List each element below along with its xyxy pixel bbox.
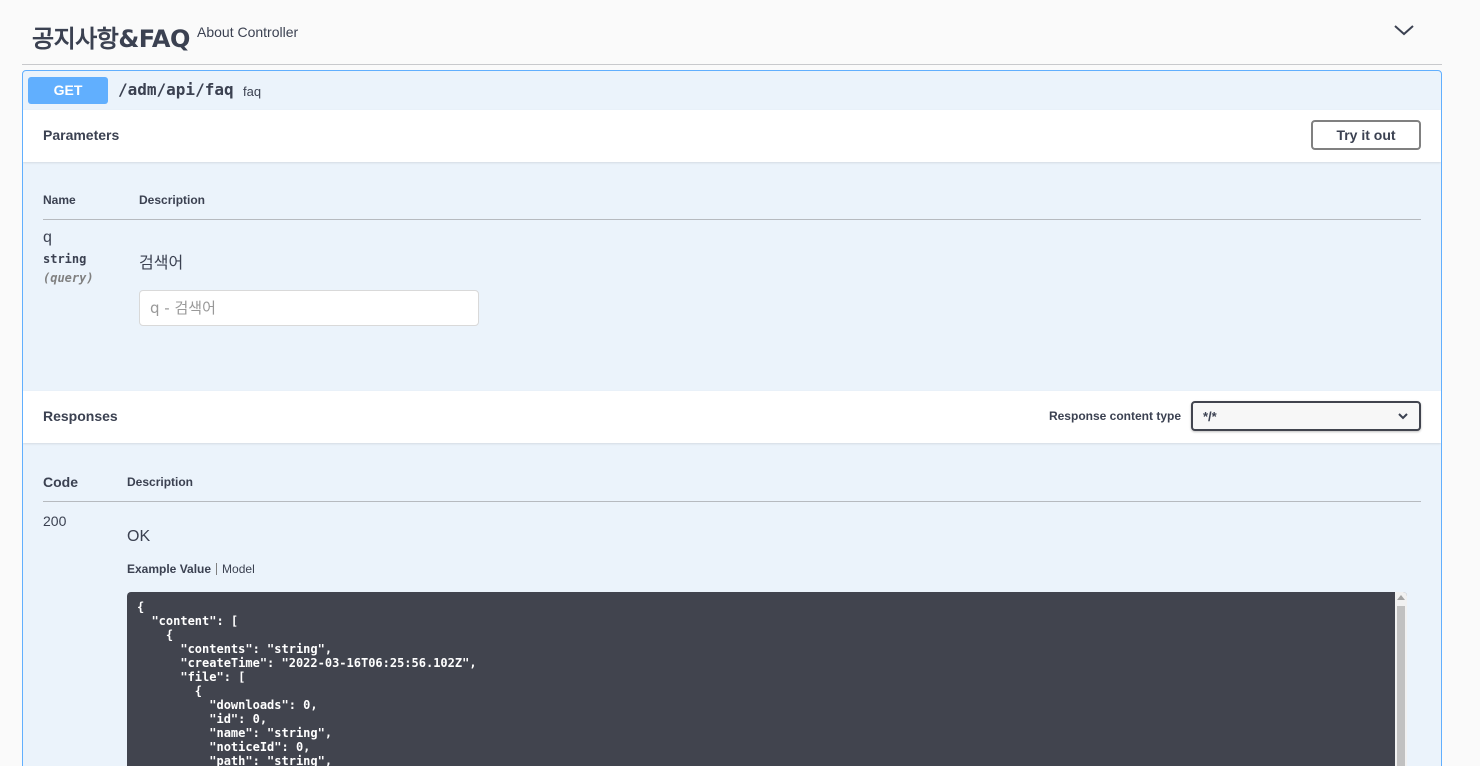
content-type-label: Response content type <box>1048 409 1181 423</box>
column-name: Name <box>43 193 76 207</box>
operation-path: /adm/api/faq <box>118 80 234 99</box>
tab-model[interactable]: Model <box>222 562 255 576</box>
param-name: q <box>43 229 52 246</box>
q-input[interactable] <box>139 290 479 326</box>
column-description: Description <box>127 475 194 489</box>
response-code: 200 <box>43 513 67 529</box>
parameters-title: Parameters <box>43 127 120 143</box>
scroll-thumb[interactable] <box>1397 606 1405 766</box>
tab-separator <box>216 563 218 575</box>
param-type: string <box>43 252 87 266</box>
tag-title: 공지사항&FAQ <box>32 25 190 53</box>
content-type-value: */* <box>1203 409 1217 424</box>
example-json: { "content": [ { "contents": "string", "… <box>137 600 477 766</box>
column-description: Description <box>139 193 206 207</box>
responses-header: Responses Response content type */* <box>23 391 1441 443</box>
code-scrollbar[interactable] <box>1395 592 1407 766</box>
column-code: Code <box>43 474 78 490</box>
method-badge: GET <box>28 77 108 104</box>
divider <box>43 219 1421 220</box>
responses-title: Responses <box>43 408 118 424</box>
tag-header[interactable]: 공지사항&FAQ About Controller <box>22 0 1442 65</box>
response-tabs: Example Value Model <box>127 562 255 576</box>
divider <box>43 501 1421 502</box>
scroll-up-icon[interactable] <box>1397 595 1405 600</box>
tag-description: About Controller <box>197 24 299 40</box>
chevron-down-icon[interactable] <box>1392 20 1416 40</box>
chevron-down-icon <box>1398 413 1408 420</box>
content-type-select[interactable]: */* <box>1191 401 1421 431</box>
tab-example-value[interactable]: Example Value <box>127 562 211 576</box>
operation-summary[interactable]: GET /adm/api/faq faq <box>23 71 1441 110</box>
parameters-header: Parameters Try it out <box>23 110 1441 162</box>
operation-summary-text: faq <box>243 84 262 99</box>
param-description: 검색어 <box>139 253 184 272</box>
operation-block: GET /adm/api/faq faq Parameters Try it o… <box>22 70 1442 766</box>
example-value-code[interactable]: { "content": [ { "contents": "string", "… <box>127 592 1407 766</box>
response-description: OK <box>127 528 151 545</box>
try-it-out-button[interactable]: Try it out <box>1311 120 1421 150</box>
param-location: (query) <box>43 271 94 285</box>
